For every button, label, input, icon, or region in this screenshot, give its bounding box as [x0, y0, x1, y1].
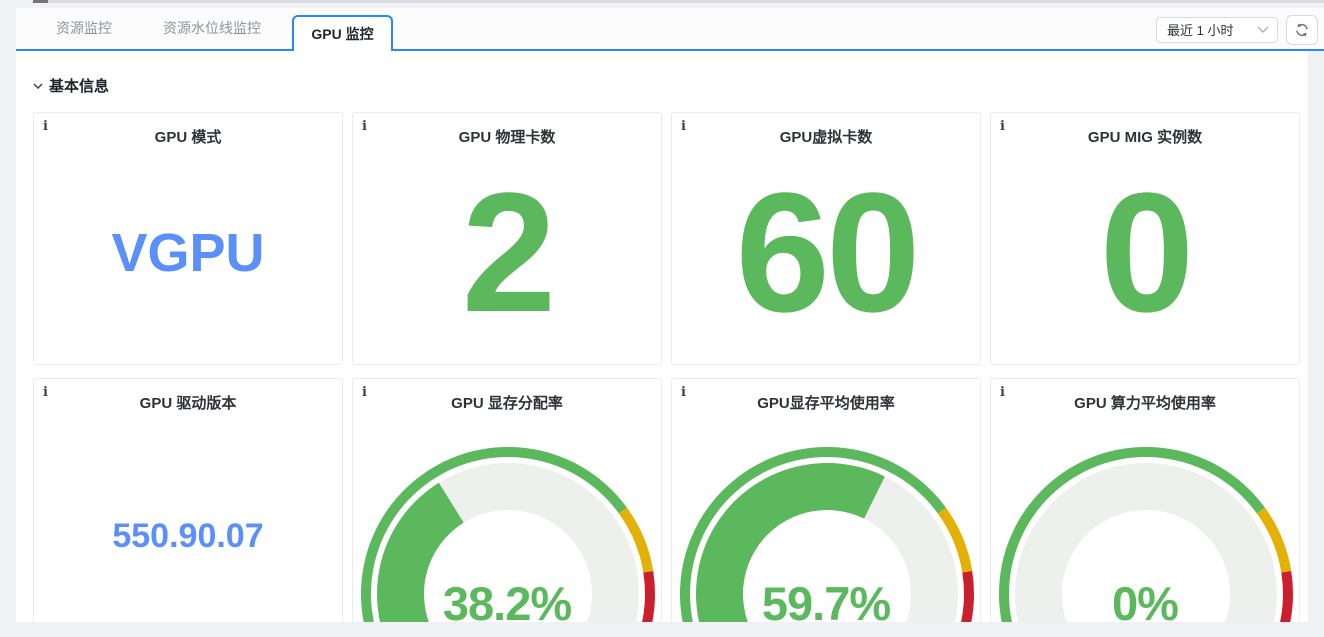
card-value: 550.90.07 — [112, 517, 263, 556]
tab-gpu-monitoring[interactable]: GPU 监控 — [292, 15, 393, 51]
card-gpu-mig-instances: i GPU MIG 实例数 0 — [990, 112, 1300, 365]
tab-resource-monitoring[interactable]: 资源监控 — [56, 8, 112, 49]
right-gutter — [1308, 51, 1324, 622]
card-value: 60 — [735, 155, 916, 351]
top-edge-divider — [33, 0, 1324, 3]
gauge-value-label: 0% — [991, 576, 1299, 622]
tab-resource-waterline-monitoring[interactable]: 资源水位线监控 — [163, 8, 261, 49]
section-basic-info[interactable]: 基本信息 — [33, 75, 1317, 96]
card-value: 2 — [462, 155, 553, 351]
time-range-select[interactable]: 最近 1 小时 — [1156, 17, 1278, 43]
card-gpu-compute-avg-usage: i GPU 算力平均使用率 0% — [990, 378, 1300, 622]
refresh-button[interactable] — [1286, 15, 1318, 45]
card-gpu-memory-avg-usage: i GPU显存平均使用率 59.7% — [671, 378, 981, 622]
top-edge-mark — [33, 0, 48, 3]
gauge-value-label: 38.2% — [353, 576, 661, 622]
tab-bar: 资源监控 资源水位线监控 GPU 监控 最近 1 小时 — [16, 8, 1324, 51]
card-grid: i GPU 模式 VGPU i GPU 物理卡数 2 i GPU虚拟卡数 60 … — [33, 112, 1317, 622]
card-gpu-mode: i GPU 模式 VGPU — [33, 112, 343, 365]
card-gpu-virtual-count: i GPU虚拟卡数 60 — [671, 112, 981, 365]
toolbar-controls: 最近 1 小时 — [1156, 8, 1318, 51]
gauge-value-label: 59.7% — [672, 576, 980, 622]
time-range-value: 最近 1 小时 — [1167, 20, 1257, 39]
main-panel: 资源监控 资源水位线监控 GPU 监控 最近 1 小时 — [16, 8, 1324, 622]
card-gpu-driver-version: i GPU 驱动版本 550.90.07 — [33, 378, 343, 622]
card-value: 0 — [1100, 155, 1191, 351]
collapse-chevron-icon[interactable] — [33, 83, 43, 89]
section-title: 基本信息 — [49, 75, 109, 96]
card-value: VGPU — [111, 222, 264, 284]
card-gpu-memory-allocation-rate: i GPU 显存分配率 38.2% — [352, 378, 662, 622]
tab-underline — [16, 49, 1324, 51]
card-gpu-physical-count: i GPU 物理卡数 2 — [352, 112, 662, 365]
refresh-icon — [1293, 21, 1311, 39]
content-area: 基本信息 i GPU 模式 VGPU i GPU 物理卡数 2 i GPU虚拟卡… — [16, 51, 1324, 622]
chevron-down-icon — [1257, 26, 1269, 33]
